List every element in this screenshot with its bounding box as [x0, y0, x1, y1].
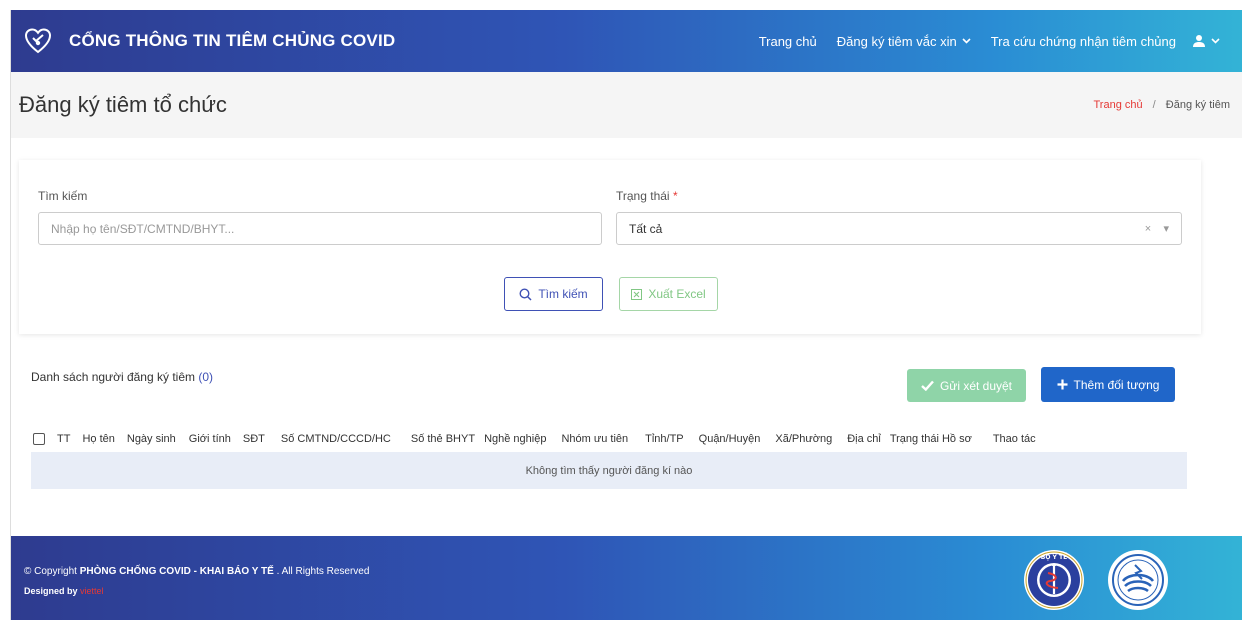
designed-by: Designed by viettel — [24, 586, 104, 596]
col-occupation[interactable]: Nghề nghiệp — [484, 433, 546, 445]
col-phone[interactable]: SĐT — [243, 433, 265, 445]
col-province[interactable]: Tỉnh/TP — [645, 433, 684, 445]
required-mark: * — [672, 189, 678, 203]
list-title: Danh sách người đăng ký tiêm (0) — [31, 370, 213, 384]
search-button-label: Tìm kiếm — [538, 287, 588, 301]
col-dob[interactable]: Ngày sinh — [127, 433, 176, 445]
brand[interactable]: CỔNG THÔNG TIN TIÊM CHỦNG COVID — [25, 28, 395, 54]
col-actions[interactable]: Thao tác — [993, 433, 1036, 445]
table-header: TT Họ tên Ngày sinh Giới tính SĐT Số CMT… — [31, 425, 1187, 453]
select-all-checkbox[interactable] — [33, 432, 45, 445]
list-title-text: Danh sách người đăng ký tiêm — [31, 370, 195, 384]
breadcrumb-current: Đăng ký tiêm — [1165, 99, 1230, 111]
col-ward[interactable]: Xã/Phường — [775, 433, 832, 445]
nav-home-label: Trang chủ — [758, 33, 817, 49]
filter-card: Tìm kiếm Nhập họ tên/SĐT/CMTND/BHYT... T… — [19, 160, 1201, 334]
nav-register-vaccine[interactable]: Đăng ký tiêm vắc xin — [837, 34, 971, 49]
nav-certificate-lookup[interactable]: Tra cứu chứng nhận tiêm chủng — [991, 34, 1176, 49]
main-nav: Trang chủ Đăng ký tiêm vắc xin Tra cứu c… — [739, 34, 1242, 49]
nav-certificate-label: Tra cứu chứng nhận tiêm chủng — [990, 33, 1176, 49]
page-header: Đăng ký tiêm tổ chức Trang chủ / Đăng ký… — [11, 72, 1242, 138]
search-placeholder: Nhập họ tên/SĐT/CMTND/BHYT... — [51, 221, 235, 236]
ministry-of-health-seal-icon: BỘ Y TẾ — [1024, 550, 1084, 610]
site-title: CỔNG THÔNG TIN TIÊM CHỦNG COVID — [69, 31, 396, 50]
nav-home[interactable]: Trang chủ — [759, 34, 817, 49]
designer-link[interactable]: viettel — [80, 586, 104, 596]
breadcrumb-separator: / — [1152, 99, 1156, 111]
user-menu[interactable] — [1192, 34, 1220, 48]
chevron-down-icon — [962, 38, 971, 44]
empty-message: Không tìm thấy người đăng kí nào — [525, 464, 693, 477]
col-district[interactable]: Quận/Huyện — [699, 433, 761, 445]
breadcrumb: Trang chủ / Đăng ký tiêm — [1093, 99, 1230, 111]
search-button[interactable]: Tìm kiếm — [504, 277, 603, 311]
col-priority-group[interactable]: Nhóm ưu tiên — [561, 433, 628, 445]
col-profile-status[interactable]: Trạng thái Hồ sơ — [890, 433, 972, 445]
col-tt[interactable]: TT — [57, 433, 70, 445]
breadcrumb-home-link[interactable]: Trang chủ — [1093, 99, 1142, 111]
excel-icon — [631, 288, 643, 300]
heart-shield-logo-icon — [25, 28, 51, 54]
status-select-value: Tất cả — [629, 221, 663, 236]
information-center-emblem-icon — [1108, 550, 1168, 610]
add-subject-label: Thêm đối tượng — [1073, 377, 1160, 392]
submit-approval-label: Gửi xét duyệt — [939, 378, 1013, 393]
list-count: (0) — [198, 370, 214, 384]
col-id-number[interactable]: Số CMTND/CCCD/HC — [281, 433, 391, 445]
footer: © Copyright PHÒNG CHỐNG COVID - KHAI BÁO… — [11, 536, 1242, 620]
clear-icon[interactable]: × — [1145, 223, 1151, 235]
status-label: Trạng thái * — [616, 189, 678, 203]
copyright-org: PHÒNG CHỐNG COVID - KHAI BÁO Y TẾ — [79, 566, 274, 577]
col-name[interactable]: Họ tên — [82, 433, 114, 445]
copyright-suffix: . All Rights Reserved — [276, 566, 370, 577]
caret-down-icon[interactable]: ▾ — [1163, 223, 1169, 235]
nav-register-label: Đăng ký tiêm vắc xin — [836, 33, 957, 49]
submit-approval-button[interactable]: Gửi xét duyệt — [907, 369, 1026, 402]
col-address[interactable]: Địa chỉ — [847, 433, 881, 445]
app-frame: CỔNG THÔNG TIN TIÊM CHỦNG COVID Trang ch… — [10, 10, 1242, 620]
col-gender[interactable]: Giới tính — [189, 433, 231, 445]
empty-table-row: Không tìm thấy người đăng kí nào — [31, 452, 1187, 489]
plus-icon — [1057, 379, 1068, 390]
search-label: Tìm kiếm — [38, 189, 88, 203]
export-excel-label: Xuất Excel — [648, 287, 706, 301]
copyright-prefix: © Copyright — [24, 566, 77, 577]
page-title: Đăng ký tiêm tổ chức — [19, 92, 227, 117]
col-insurance[interactable]: Số thẻ BHYT — [411, 433, 475, 445]
check-icon — [921, 380, 934, 391]
user-icon — [1193, 35, 1205, 47]
status-select[interactable]: Tất cả × ▾ — [616, 212, 1182, 245]
select-controls: × ▾ — [1145, 222, 1169, 235]
search-icon — [519, 287, 532, 301]
export-excel-button[interactable]: Xuất Excel — [619, 277, 718, 311]
copyright: © Copyright PHÒNG CHỐNG COVID - KHAI BÁO… — [24, 566, 369, 577]
add-subject-button[interactable]: Thêm đối tượng — [1041, 367, 1175, 402]
search-input[interactable]: Nhập họ tên/SĐT/CMTND/BHYT... — [38, 212, 602, 245]
designed-by-label: Designed by — [24, 586, 78, 596]
top-navbar: CỔNG THÔNG TIN TIÊM CHỦNG COVID Trang ch… — [11, 10, 1242, 72]
chevron-down-icon — [1211, 38, 1220, 44]
status-label-text: Trạng thái — [616, 189, 670, 203]
